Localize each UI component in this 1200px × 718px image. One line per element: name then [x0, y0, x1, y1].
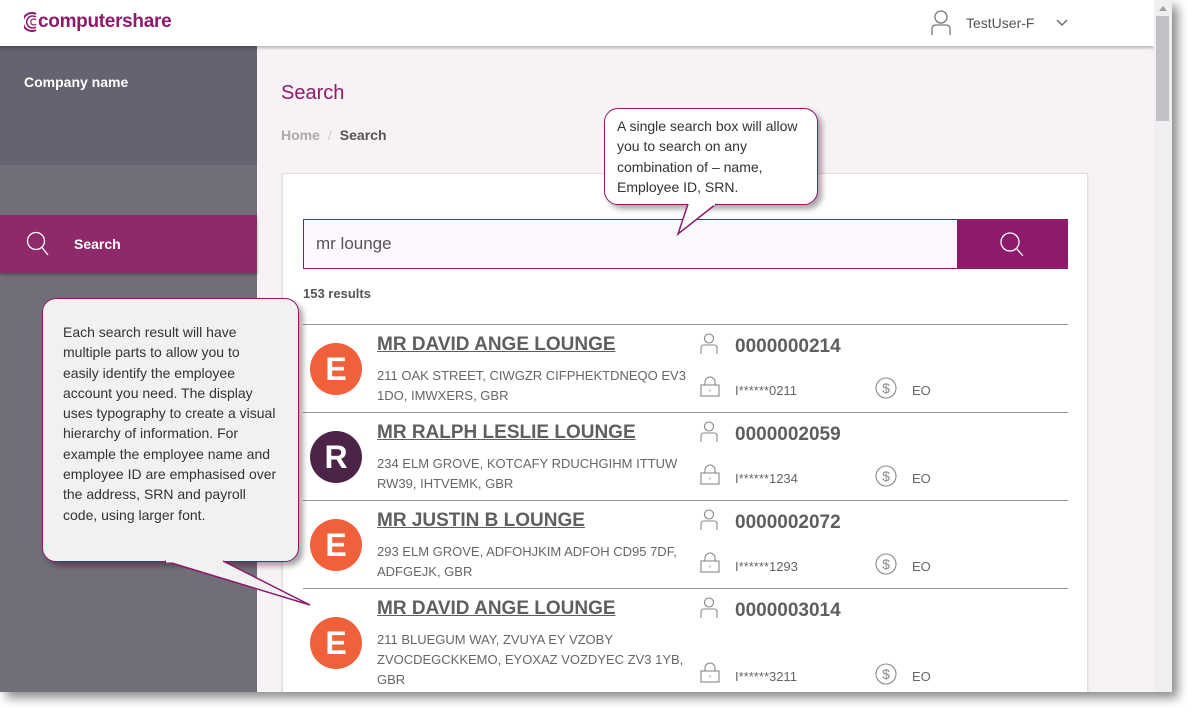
lock-icon: [700, 376, 720, 397]
user-icon: [700, 333, 718, 354]
logo[interactable]: computershare: [24, 11, 172, 33]
result-row[interactable]: E MR JUSTIN B LOUNGE 293 ELM GROVE, ADFO…: [303, 500, 1068, 588]
results-list: E MR DAVID ANGE LOUNGE 211 OAK STREET, C…: [303, 324, 1068, 692]
user-name: TestUser-F: [966, 15, 1035, 31]
employee-address: 211 BLUEGUM WAY, ZVUYA EY VZOBY ZVOCDEGC…: [377, 632, 684, 687]
srn-value: I******0211: [735, 383, 797, 398]
search-icon: [1000, 232, 1024, 257]
callout-search-tail: [676, 198, 717, 237]
search-icon: [26, 231, 49, 256]
company-panel: Company name: [0, 46, 257, 165]
logo-text: computershare: [38, 11, 172, 32]
user-icon: [700, 421, 718, 442]
result-row[interactable]: E MR DAVID ANGE LOUNGE 211 BLUEGUM WAY, …: [303, 588, 1068, 692]
dollar-icon: $: [875, 663, 897, 685]
employee-id: 0000002072: [735, 512, 841, 533]
scroll-thumb[interactable]: [1156, 16, 1169, 121]
employee-id: 0000002059: [735, 424, 841, 445]
srn-value: I******1234: [735, 471, 798, 486]
breadcrumb: Home / Search: [281, 127, 387, 143]
page-title: Search: [281, 82, 345, 104]
employee-id: 0000000214: [735, 336, 841, 357]
user-icon: [931, 10, 951, 35]
employee-address: 293 ELM GROVE, ADFOHJKIM ADFOH CD95 7DF,…: [377, 544, 677, 579]
breadcrumb-current: Search: [339, 127, 387, 143]
app-window: computershare TestUser-F Company name Se…: [0, 0, 1172, 692]
lock-icon: [700, 464, 720, 485]
user-icon: [700, 509, 718, 530]
callout-search-results: Each search result will have multiple pa…: [42, 298, 299, 562]
sidebar-item-search[interactable]: Search: [0, 215, 257, 273]
vertical-scrollbar[interactable]: [1154, 0, 1172, 692]
dollar-icon: $: [875, 465, 897, 487]
search-input[interactable]: [304, 220, 957, 268]
avatar: R: [310, 431, 362, 483]
user-icon: [700, 597, 718, 618]
dollar-icon: $: [875, 553, 897, 575]
payroll-code: EO: [912, 471, 931, 486]
employee-name-link[interactable]: MR DAVID ANGE LOUNGE: [377, 334, 616, 356]
svg-text:$: $: [882, 556, 890, 572]
lock-icon: [700, 552, 720, 573]
avatar: E: [310, 343, 362, 395]
employee-name-link[interactable]: MR RALPH LESLIE LOUNGE: [377, 422, 636, 444]
employee-id: 0000003014: [735, 600, 841, 621]
lock-icon: [700, 662, 720, 683]
employee-address: 234 ELM GROVE, KOTCAFY RDUCHGIHM ITTUW R…: [377, 456, 678, 491]
srn-value: I******1293: [735, 559, 798, 574]
company-name: Company name: [24, 74, 129, 90]
computershare-logo-icon: [24, 12, 37, 32]
scroll-up-arrow[interactable]: [1159, 6, 1167, 11]
employee-name-link[interactable]: MR JUSTIN B LOUNGE: [377, 510, 585, 532]
chevron-down-icon[interactable]: [1056, 19, 1068, 27]
result-row[interactable]: E MR DAVID ANGE LOUNGE 211 OAK STREET, C…: [303, 324, 1068, 412]
breadcrumb-home[interactable]: Home: [281, 127, 320, 143]
results-count: 153 results: [303, 286, 371, 301]
avatar: E: [310, 617, 362, 669]
employee-name-link[interactable]: MR DAVID ANGE LOUNGE: [377, 598, 616, 620]
breadcrumb-separator: /: [327, 127, 332, 143]
svg-text:$: $: [882, 468, 890, 484]
payroll-code: EO: [912, 383, 931, 398]
srn-value: I******3211: [735, 669, 797, 684]
top-bar: computershare TestUser-F: [0, 0, 1154, 46]
dollar-icon: $: [875, 377, 897, 399]
callout-results-tail: [164, 555, 311, 606]
sidebar-item-label: Search: [74, 236, 121, 252]
result-row[interactable]: R MR RALPH LESLIE LOUNGE 234 ELM GROVE, …: [303, 412, 1068, 500]
employee-address: 211 OAK STREET, CIWGZR CIFPHEKTDNEQO EV3…: [377, 368, 686, 403]
search-card: 153 results E MR DAVID ANGE LOUNGE 211 O…: [282, 173, 1088, 692]
user-menu[interactable]: TestUser-F: [930, 10, 1068, 36]
svg-text:$: $: [882, 666, 890, 682]
payroll-code: EO: [912, 669, 931, 684]
search-button[interactable]: [957, 220, 1067, 268]
svg-text:$: $: [882, 380, 890, 396]
callout-search-box: A single search box will allow you to se…: [604, 108, 818, 205]
payroll-code: EO: [912, 559, 931, 574]
